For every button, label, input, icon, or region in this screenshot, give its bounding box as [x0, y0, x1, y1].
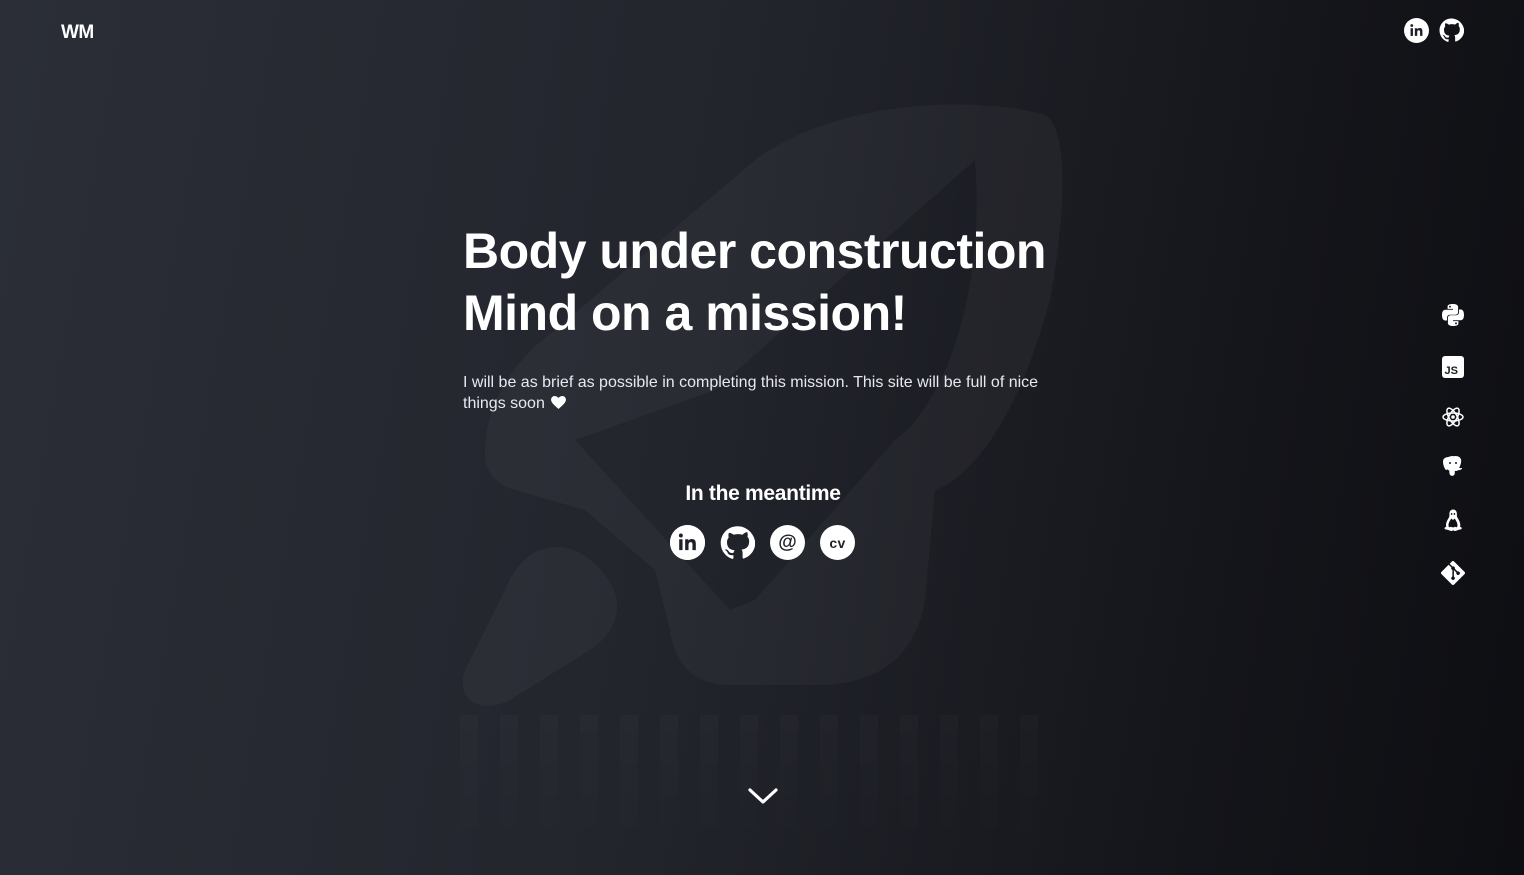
linkedin-icon — [670, 525, 705, 560]
heart-icon — [550, 396, 566, 409]
hero-description: I will be as brief as possible in comple… — [463, 372, 1063, 414]
git-icon — [1441, 561, 1465, 585]
github-icon[interactable] — [1439, 18, 1464, 43]
at-sign-icon: @ — [778, 531, 797, 553]
header-social-links — [1404, 18, 1464, 43]
hero-title-line-2: Mind on a mission! — [463, 285, 907, 341]
cv-button[interactable]: CV — [820, 525, 855, 560]
linkedin-button[interactable] — [670, 525, 705, 560]
svg-text:JS: JS — [1445, 365, 1458, 377]
hero-section: Body under construction Mind on a missio… — [463, 220, 1083, 414]
react-icon — [1442, 407, 1464, 427]
python-icon — [1442, 304, 1464, 326]
hero-title-line-1: Body under construction — [463, 223, 1046, 279]
hero-description-text: I will be as brief as possible in comple… — [463, 374, 1039, 412]
email-button[interactable]: @ — [770, 525, 805, 560]
github-icon — [720, 525, 755, 559]
hero-title: Body under construction Mind on a missio… — [463, 220, 1083, 344]
chevron-down-icon[interactable] — [747, 787, 779, 807]
site-logo[interactable]: WM — [61, 22, 94, 44]
linkedin-icon[interactable] — [1404, 18, 1429, 43]
meantime-links: @ CV — [670, 525, 855, 560]
cv-icon: CV — [829, 534, 846, 551]
linux-icon — [1444, 509, 1462, 531]
javascript-icon: JS — [1442, 356, 1464, 378]
postgresql-icon — [1443, 456, 1463, 476]
meantime-heading: In the meantime — [685, 482, 841, 505]
github-button[interactable] — [720, 525, 755, 560]
